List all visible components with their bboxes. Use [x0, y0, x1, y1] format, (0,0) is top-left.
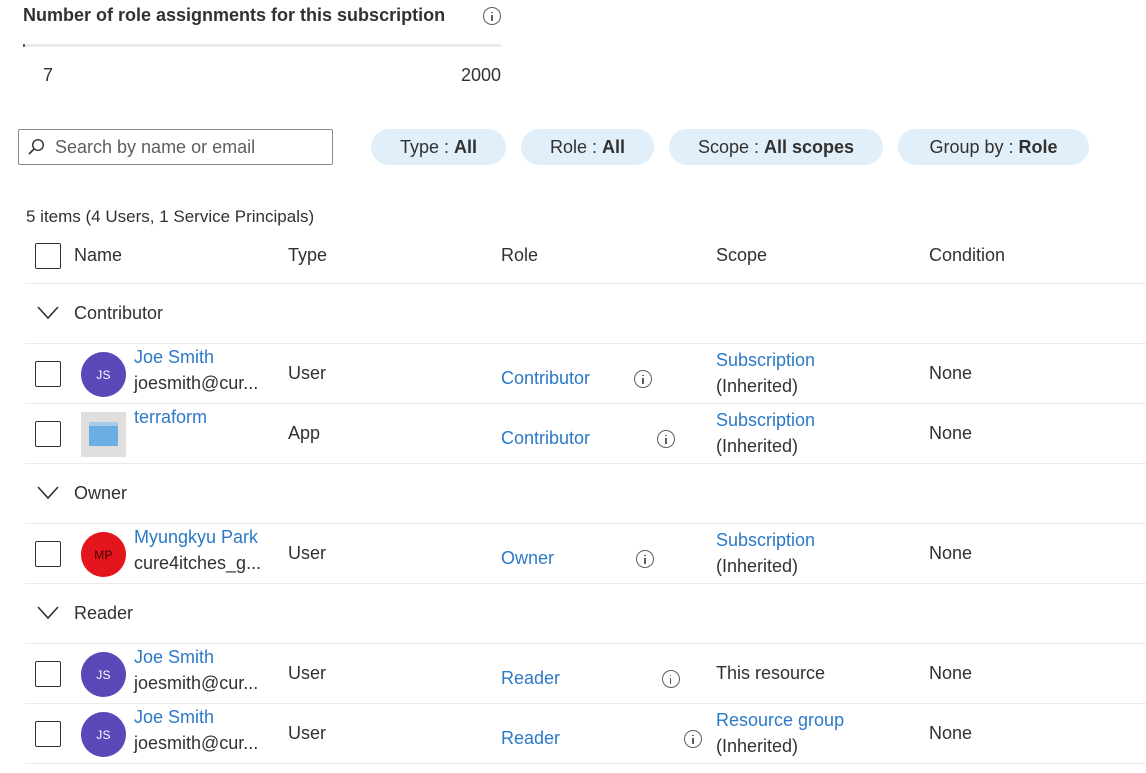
role-assignment-usage-fill	[23, 44, 25, 47]
avatar-initials: JS	[96, 727, 111, 742]
row-divider	[25, 343, 1146, 344]
items-summary: 5 items (4 Users, 1 Service Principals)	[26, 207, 315, 226]
row-divider	[25, 703, 1146, 704]
role-link[interactable]: Owner	[501, 548, 554, 569]
usage-current-value: 7	[43, 65, 54, 85]
role-assignment-usage-bar	[23, 44, 501, 47]
row-checkbox[interactable]	[35, 661, 61, 687]
principal-email: joesmith@cur...	[134, 733, 259, 753]
filter-type-label: Type :	[399, 137, 454, 157]
row-divider	[25, 283, 1146, 284]
scope-link[interactable]: Resource group	[716, 710, 844, 731]
avatar-initials: MP	[94, 547, 113, 562]
chevron-down-icon[interactable]	[37, 486, 59, 500]
row-divider	[25, 583, 1146, 584]
row-checkbox[interactable]	[35, 721, 61, 747]
group-header-reader[interactable]: Reader	[74, 603, 133, 624]
info-icon[interactable]	[636, 550, 655, 568]
type-cell: App	[288, 423, 321, 443]
avatar: JS	[81, 712, 126, 757]
filter-role-value: All	[602, 137, 626, 157]
filter-role-label: Role :	[549, 137, 602, 157]
info-icon[interactable]	[634, 370, 653, 388]
scope-link[interactable]: Subscription	[716, 410, 815, 431]
column-header-scope[interactable]: Scope	[716, 245, 767, 266]
scope-link[interactable]: Subscription	[716, 530, 815, 551]
row-divider	[25, 763, 1146, 764]
principal-name-link[interactable]: Myungkyu Park	[134, 527, 258, 548]
info-icon[interactable]	[684, 730, 703, 748]
row-divider	[25, 523, 1146, 524]
type-cell: User	[288, 363, 327, 383]
group-by-value: Role	[1018, 137, 1058, 157]
info-icon[interactable]	[483, 7, 501, 25]
type-cell: User	[288, 663, 327, 683]
search-input[interactable]	[55, 133, 325, 161]
search-icon	[28, 138, 45, 155]
avatar: JS	[81, 352, 126, 397]
scope-inherited-note: (Inherited)	[716, 376, 799, 396]
principal-name-link[interactable]: Joe Smith	[134, 707, 214, 728]
principal-name-link[interactable]: Joe Smith	[134, 347, 214, 368]
avatar-initials: JS	[96, 367, 111, 382]
row-checkbox[interactable]	[35, 541, 61, 567]
filter-role-pill[interactable]: Role : All	[521, 129, 654, 165]
row-divider	[25, 643, 1146, 644]
group-by-pill[interactable]: Group by : Role	[898, 129, 1089, 165]
condition-cell: None	[929, 363, 973, 383]
filter-type-pill[interactable]: Type : All	[371, 129, 506, 165]
scope-text: This resource	[716, 663, 826, 683]
principal-email: cure4itches_g...	[134, 553, 262, 573]
info-icon[interactable]	[661, 670, 680, 688]
role-link[interactable]: Contributor	[501, 428, 590, 449]
chevron-down-icon[interactable]	[37, 306, 59, 320]
role-link[interactable]: Reader	[501, 668, 560, 689]
avatar: MP	[81, 532, 126, 577]
filter-type-value: All	[454, 137, 478, 157]
principal-name-link[interactable]: Joe Smith	[134, 647, 214, 668]
condition-cell: None	[929, 543, 973, 563]
role-link[interactable]: Reader	[501, 728, 560, 749]
info-icon[interactable]	[656, 430, 675, 448]
condition-cell: None	[929, 723, 973, 743]
avatar-initials: JS	[96, 667, 111, 682]
column-header-condition[interactable]: Condition	[929, 245, 1005, 266]
type-cell: User	[288, 543, 327, 563]
group-header-contributor[interactable]: Contributor	[74, 303, 163, 324]
type-cell: User	[288, 723, 327, 743]
chevron-down-icon[interactable]	[37, 606, 59, 620]
filter-scope-label: Scope :	[697, 137, 764, 157]
row-divider	[25, 463, 1146, 464]
role-link[interactable]: Contributor	[501, 368, 590, 389]
row-checkbox[interactable]	[35, 421, 61, 447]
column-header-name[interactable]: Name	[74, 245, 122, 266]
page-title: Number of role assignments for this subs…	[23, 5, 446, 25]
row-checkbox[interactable]	[35, 361, 61, 387]
column-header-type[interactable]: Type	[288, 245, 327, 266]
group-by-label: Group by :	[929, 137, 1019, 157]
filter-scope-value: All scopes	[764, 137, 855, 157]
column-header-role[interactable]: Role	[501, 245, 538, 266]
principal-name-link[interactable]: terraform	[134, 407, 207, 428]
select-all-checkbox[interactable]	[35, 243, 61, 269]
app-icon	[81, 412, 126, 457]
scope-inherited-note: (Inherited)	[716, 436, 799, 456]
usage-max-value: 2000	[460, 65, 501, 85]
condition-cell: None	[929, 663, 973, 683]
group-header-owner[interactable]: Owner	[74, 483, 127, 504]
principal-email: joesmith@cur...	[134, 673, 259, 693]
scope-link[interactable]: Subscription	[716, 350, 815, 371]
scope-inherited-note: (Inherited)	[716, 736, 799, 756]
condition-cell: None	[929, 423, 973, 443]
search-box[interactable]	[18, 129, 333, 165]
row-divider	[25, 403, 1146, 404]
app-window-icon	[89, 422, 118, 446]
scope-inherited-note: (Inherited)	[716, 556, 799, 576]
filter-scope-pill[interactable]: Scope : All scopes	[669, 129, 883, 165]
avatar: JS	[81, 652, 126, 697]
principal-email: joesmith@cur...	[134, 373, 259, 393]
